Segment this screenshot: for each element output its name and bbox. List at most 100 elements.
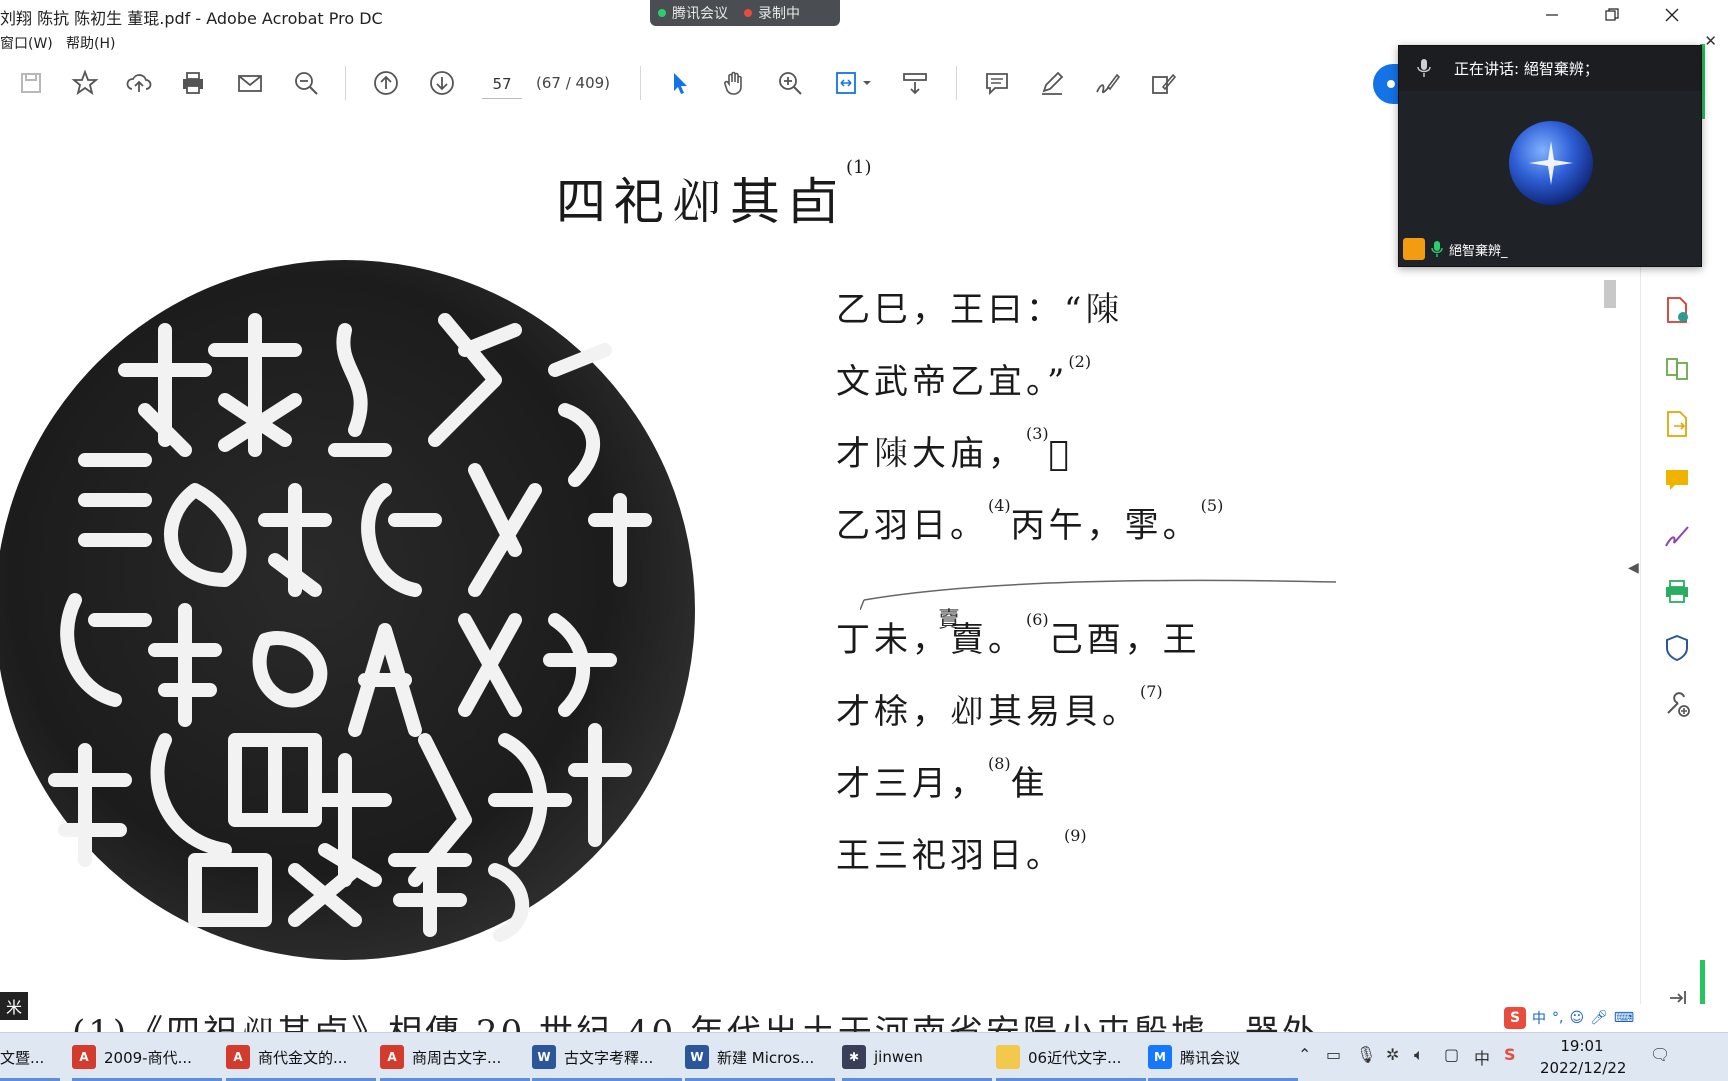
title-footnote-mark: (1) bbox=[846, 157, 872, 179]
save-button[interactable] bbox=[16, 68, 46, 98]
organize-pages-tool[interactable] bbox=[1661, 352, 1693, 384]
ime-voice-icon[interactable]: 🎤︎ bbox=[1590, 1010, 1608, 1026]
inscription-line-7: 才三月，(8)隹 bbox=[836, 754, 1049, 805]
inscription-text: 乙羽日。 bbox=[836, 506, 988, 546]
footnote-text: (1)《四祀𠨘其卣》相傳 20 世紀 40 年代出土于河南省安陽小屯殷墟，器外 bbox=[72, 1005, 1319, 1032]
ime-punct-icon[interactable]: °, bbox=[1552, 1010, 1563, 1026]
pdf-icon: A bbox=[226, 1045, 250, 1069]
more-tools[interactable] bbox=[1661, 688, 1693, 720]
scrollbar-thumb[interactable] bbox=[1604, 280, 1616, 308]
volume-icon[interactable]: 🔈︎ bbox=[1414, 1045, 1424, 1065]
zoom-out-button[interactable] bbox=[291, 68, 321, 98]
inscription-text: 乙巳，王曰：“𨻰 bbox=[836, 290, 1124, 330]
ime-tray-icon[interactable]: 中 bbox=[1474, 1045, 1490, 1069]
comment-button[interactable] bbox=[982, 68, 1012, 98]
select-cursor-icon bbox=[674, 73, 687, 94]
battery-icon[interactable]: ▭ bbox=[1326, 1045, 1341, 1064]
inscription-text-tail: 𦎫 bbox=[1048, 434, 1074, 474]
fill-sign-icon bbox=[1152, 73, 1177, 94]
notification-center-icon[interactable]: 🗨︎ bbox=[1650, 1045, 1670, 1064]
menu-item-help[interactable]: 帮助(H) bbox=[66, 33, 115, 53]
bluetooth-icon[interactable]: ✲ bbox=[1386, 1045, 1399, 1064]
page-down-button[interactable] bbox=[427, 68, 457, 98]
toolbar-divider bbox=[956, 66, 957, 100]
email-button[interactable] bbox=[235, 68, 265, 98]
close-icon bbox=[1665, 8, 1679, 22]
fill-sign-tool[interactable] bbox=[1661, 520, 1693, 552]
create-pdf-tool[interactable] bbox=[1661, 294, 1693, 326]
tencent-meeting-icon: M bbox=[1148, 1045, 1172, 1069]
meeting-close-icon[interactable]: ✕ bbox=[1704, 32, 1717, 50]
meeting-floating-window[interactable]: 正在讲话: 絕智棄辨； ✕ 絕智棄辨_ bbox=[1398, 32, 1717, 267]
network-icon[interactable]: ▢ bbox=[1444, 1045, 1459, 1064]
footnote-mark: (7) bbox=[1140, 681, 1163, 701]
bookmark-button[interactable] bbox=[70, 68, 100, 98]
tray-overflow-chevron-icon[interactable]: ⌃ bbox=[1298, 1045, 1311, 1064]
taskbar-item[interactable]: W 古文字考釋... bbox=[532, 1033, 682, 1081]
vertical-scrollbar[interactable] bbox=[1600, 270, 1620, 1030]
upload-button[interactable] bbox=[124, 68, 154, 98]
ime-toolbar[interactable]: S 中 °, ☺ 🎤︎ ⌨ bbox=[1500, 1004, 1728, 1032]
meeting-app-label: 腾讯会议 bbox=[672, 6, 728, 22]
inscription-text: 文武帝乙宜。” bbox=[836, 362, 1069, 402]
hover-tooltip: 米 bbox=[0, 992, 29, 1020]
taskbar-item[interactable]: A 2009-商代... bbox=[72, 1033, 222, 1081]
sign-button[interactable] bbox=[1092, 68, 1122, 98]
taskbar-item-label: 腾讯会议 bbox=[1180, 1048, 1241, 1067]
rubbing-glyphs-image bbox=[48, 313, 652, 942]
ime-keyboard-icon[interactable]: ⌨ bbox=[1614, 1010, 1634, 1026]
pdf-page-view[interactable]: 四祀𠨘其卣(1) 乙巳，王曰：“𨻰 文武帝乙宜。”(2) 才𨻰大庙，(3)𦎫 乙… bbox=[0, 112, 1600, 1032]
restore-button[interactable] bbox=[1588, 0, 1636, 30]
menu-item-window[interactable]: 窗口(W) bbox=[0, 33, 53, 53]
inscription-text-tail: 丙午，𩁹。 bbox=[1010, 506, 1201, 546]
taskbar-item[interactable]: W 新建 Micros... bbox=[685, 1033, 835, 1081]
hand-tool-button[interactable] bbox=[720, 68, 750, 98]
app-icon: ✱ bbox=[842, 1045, 866, 1069]
print-production-tool[interactable] bbox=[1661, 576, 1693, 608]
sogou-ime-icon[interactable]: S bbox=[1504, 1007, 1526, 1029]
meeting-header: 正在讲话: 絕智棄辨； ✕ bbox=[1399, 32, 1717, 91]
print-button[interactable] bbox=[178, 68, 208, 98]
toolbar-divider bbox=[345, 66, 346, 100]
page-number-input[interactable] bbox=[482, 70, 522, 99]
page-title-text: 四祀𠨘其卣 bbox=[556, 173, 846, 231]
taskbar-item[interactable]: 06近代文字... bbox=[996, 1033, 1146, 1081]
page-count-label: (67 / 409) bbox=[536, 74, 611, 92]
sogou-tray-icon[interactable]: S bbox=[1504, 1045, 1516, 1064]
taskbar-item[interactable]: A 商周古文字... bbox=[380, 1033, 530, 1081]
taskbar-item[interactable]: M 腾讯会议 bbox=[1148, 1033, 1298, 1081]
taskbar-item[interactable]: A 商代金文的... bbox=[226, 1033, 376, 1081]
footnote-mark: (2) bbox=[1068, 351, 1092, 371]
page-up-button[interactable] bbox=[371, 68, 401, 98]
collapse-panel-arrow-icon[interactable]: ◀ bbox=[1628, 560, 1639, 576]
inscription-text: 王三祀羽日。 bbox=[836, 836, 1064, 876]
close-window-button[interactable] bbox=[1648, 0, 1696, 30]
microphone-tray-icon[interactable]: 🎙︎ bbox=[1356, 1045, 1376, 1064]
handwritten-underline-mark bbox=[860, 579, 1337, 610]
taskbar-item-label: 06近代文字... bbox=[1028, 1048, 1122, 1067]
minimize-button[interactable] bbox=[1528, 0, 1576, 30]
scroll-mode-button[interactable] bbox=[900, 68, 930, 98]
shield-icon bbox=[1666, 634, 1688, 662]
zoom-in-button[interactable] bbox=[775, 68, 805, 98]
print-icon bbox=[183, 72, 203, 94]
export-pdf-tool[interactable] bbox=[1661, 408, 1693, 440]
toolbar-divider bbox=[640, 66, 641, 100]
inscription-line-6: 才梌，𠨘其易貝。(7) bbox=[836, 681, 1163, 733]
comment-tool[interactable] bbox=[1661, 464, 1693, 496]
ime-emoji-icon[interactable]: ☺ bbox=[1569, 1010, 1584, 1026]
fit-page-button[interactable] bbox=[830, 68, 876, 98]
bronze-inscription-rubbing bbox=[0, 260, 695, 960]
system-clock[interactable]: 19:01 2022/12/22 bbox=[1540, 1035, 1626, 1079]
participant-avatar bbox=[1509, 121, 1593, 205]
fill-sign-button[interactable] bbox=[1148, 68, 1178, 98]
taskbar-item[interactable]: ✱ jinwen bbox=[842, 1033, 992, 1081]
inscription-line-3: 才𨻰大庙，(3)𦎫 bbox=[836, 424, 1074, 475]
ime-mode[interactable]: 中 bbox=[1532, 1008, 1546, 1028]
highlight-button[interactable] bbox=[1037, 68, 1067, 98]
meeting-status-pill[interactable]: 腾讯会议 录制中 bbox=[650, 0, 840, 26]
protect-tool[interactable] bbox=[1661, 632, 1693, 664]
taskbar-item[interactable]: 文暨... bbox=[0, 1033, 60, 1081]
taskbar-item-label: 古文字考釋... bbox=[564, 1048, 654, 1067]
select-tool-button[interactable] bbox=[665, 68, 695, 98]
